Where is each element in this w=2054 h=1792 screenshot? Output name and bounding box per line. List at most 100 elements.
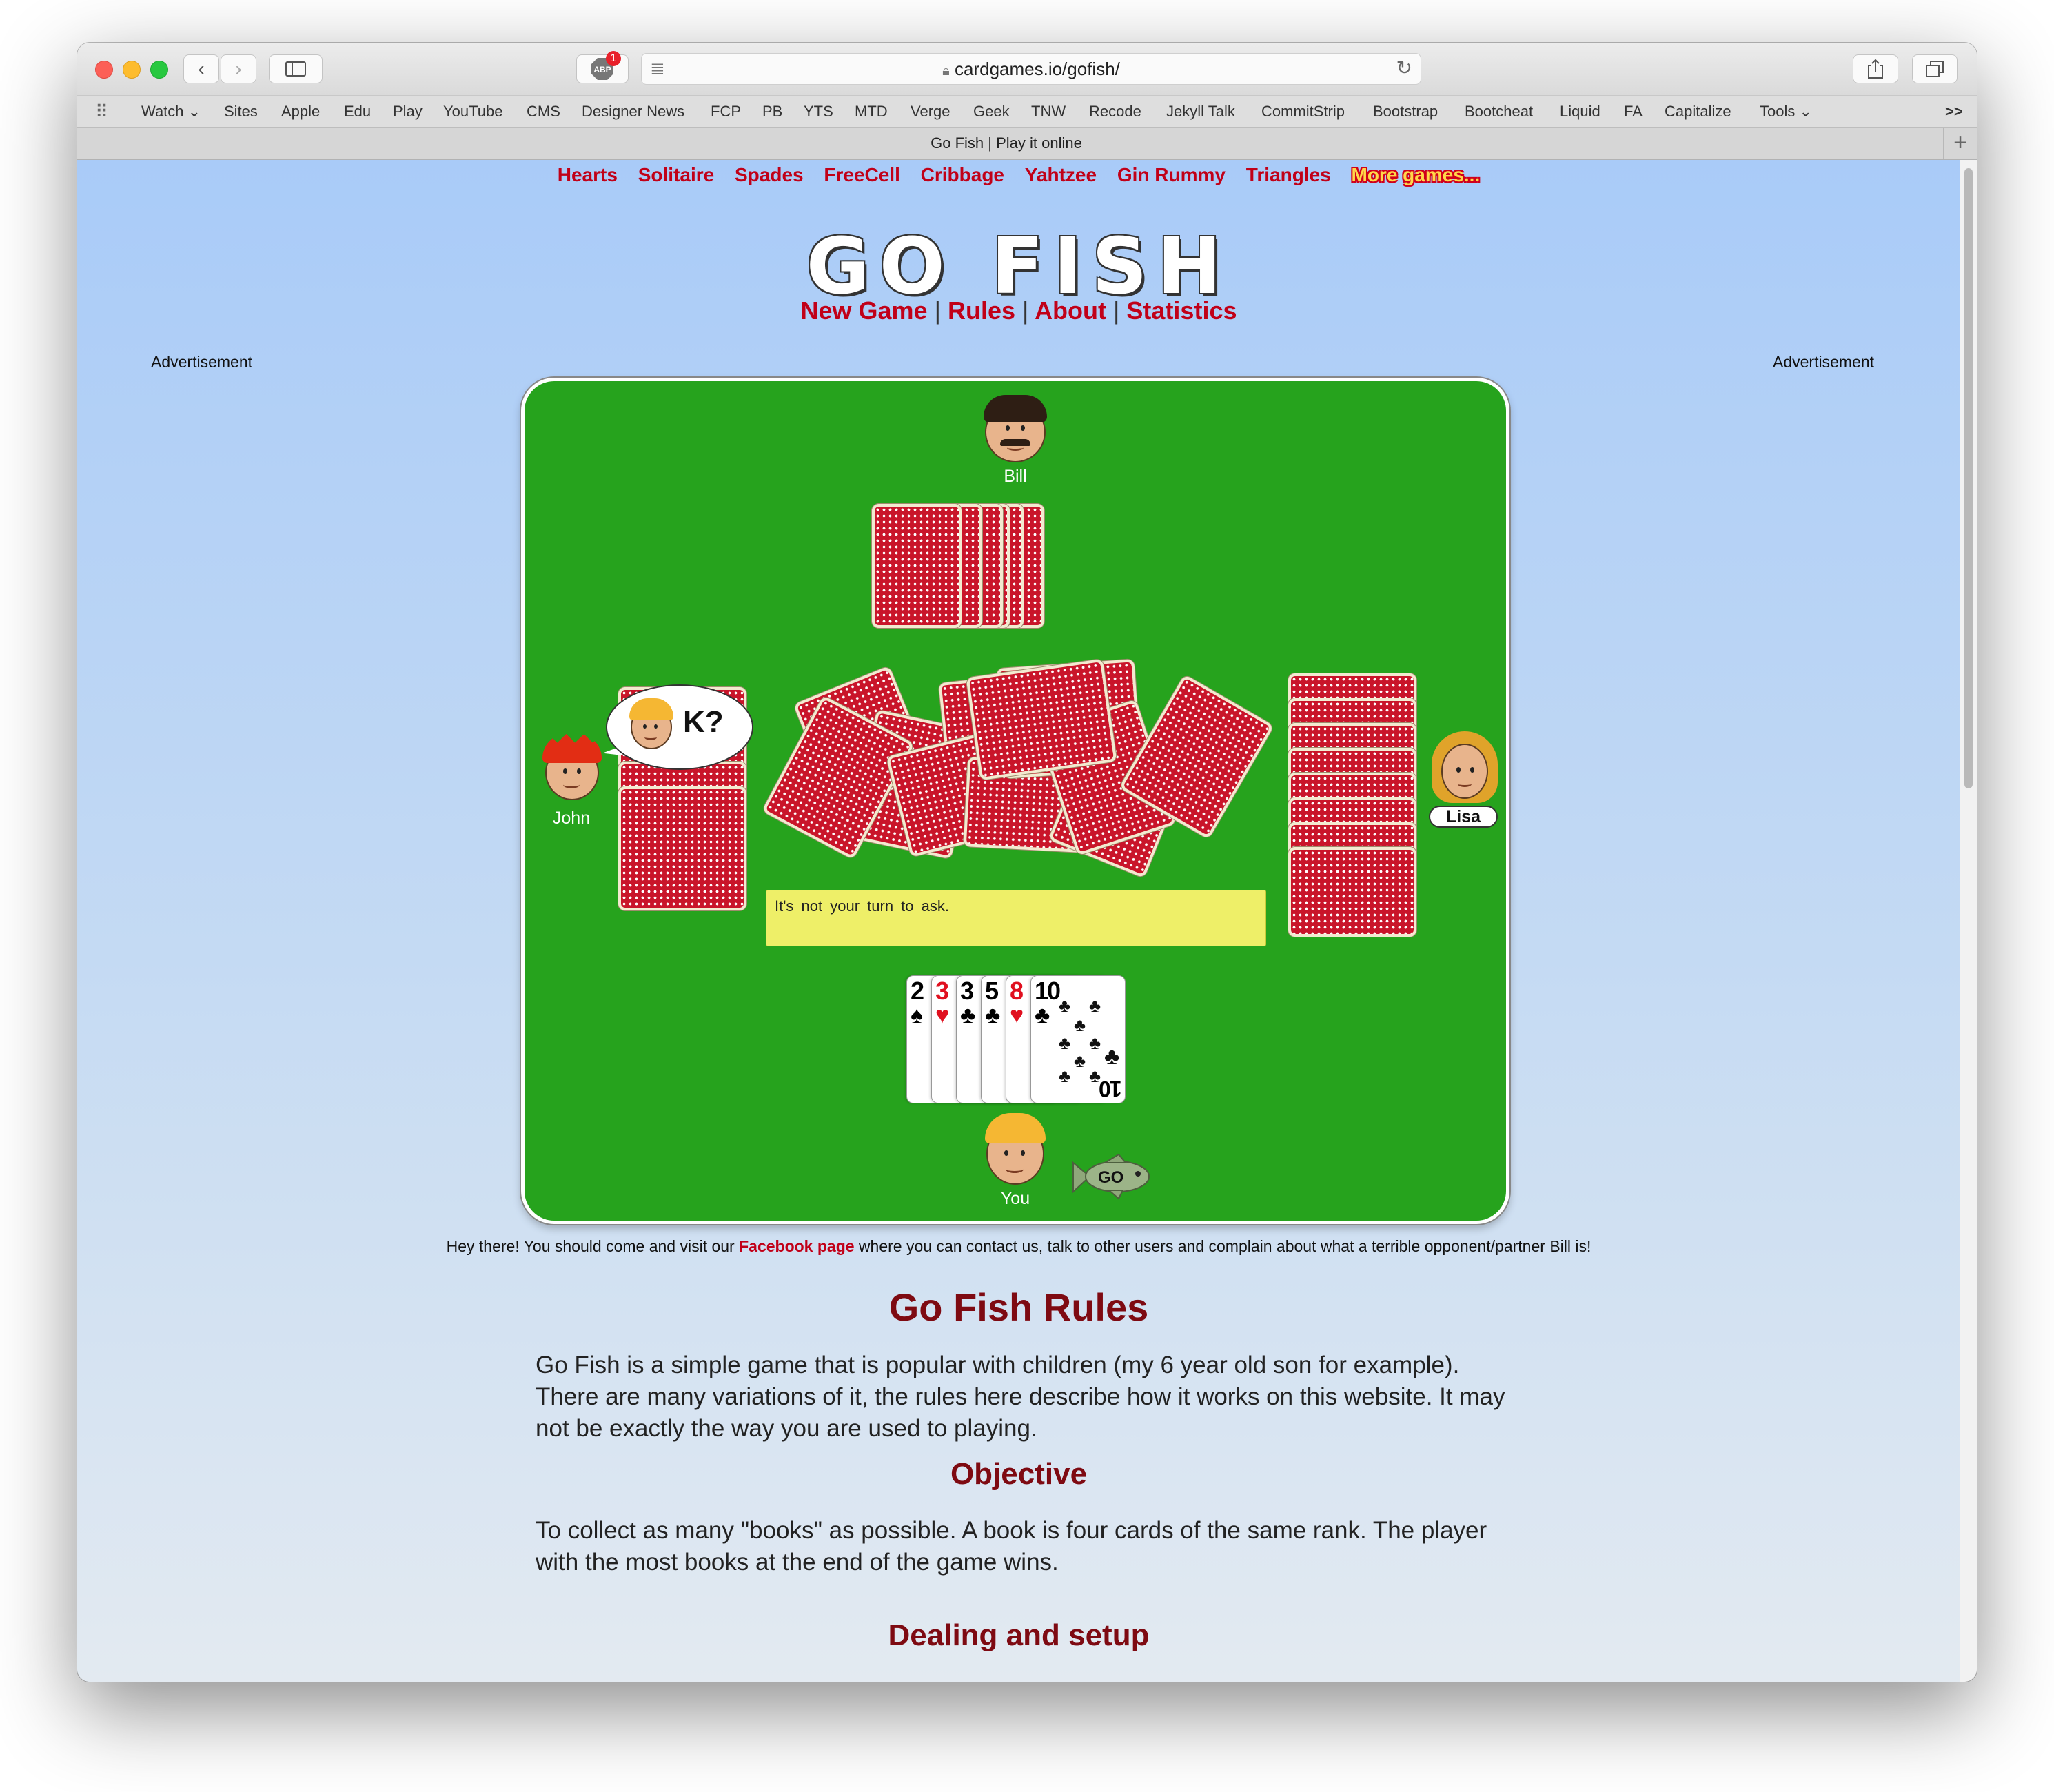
player-hand: 2 ♠ 3 ♥ 3 ♣ 5 ♣ 8 ♥ 10 ♣ ♣ ♣ ♣ ♣ ♣ ♣ ♣ ♣… [906,975,1141,1106]
bookmark-cms[interactable]: CMS [527,96,560,128]
go-fish-label: GO [1098,1168,1124,1187]
bookmark-capitalize[interactable]: Capitalize [1665,96,1731,128]
club-icon: ♣ [1035,1002,1050,1028]
share-icon [1868,59,1883,79]
browser-toolbar: ‹ › ABP 1 ≣ 🔒︎ cardgames.io/gofish/ ↻ [77,43,1977,95]
bookmark-sites[interactable]: Sites [224,96,258,128]
minimize-window-button[interactable] [123,61,141,79]
games-nav-spades[interactable]: Spades [735,164,804,185]
facebook-notice-text: Hey there! You should come and visit our [446,1237,740,1255]
bookmark-tools[interactable]: Tools ⌄ [1760,96,1812,128]
games-nav-yahtzee[interactable]: Yahtzee [1025,164,1097,185]
tabs-overview-button[interactable] [1912,54,1958,83]
bookmark-play[interactable]: Play [393,96,423,128]
zoom-window-button[interactable] [150,61,168,79]
bookmark-pb[interactable]: PB [762,96,782,128]
bookmark-edu[interactable]: Edu [344,96,371,128]
close-window-button[interactable] [95,61,113,79]
bookmark-designer-news[interactable]: Designer News [582,96,684,128]
about-link[interactable]: About [1035,296,1106,325]
card-pool[interactable] [762,658,1283,879]
game-board: Bill John K? Lisa It's not your turn to … [521,378,1509,1224]
card-rank-inverted: 10 [1100,1077,1122,1101]
opponent-card [1288,847,1416,937]
bookmark-youtube[interactable]: YouTube [443,96,502,128]
advertisement-right-label: Advertisement [1773,353,1875,371]
bookmark-fa[interactable]: FA [1624,96,1643,128]
card-rank: 3 [935,977,949,1005]
games-nav-triangles[interactable]: Triangles [1246,164,1331,185]
bookmarks-overflow-button[interactable]: >> [1945,96,1963,128]
games-nav-cribbage[interactable]: Cribbage [921,164,1004,185]
forward-button[interactable]: › [221,54,256,83]
player-bill-name: Bill [1004,467,1027,486]
facebook-notice: Hey there! You should come and visit our… [77,1236,1960,1256]
bookmark-bootstrap[interactable]: Bootstrap [1373,96,1438,128]
club-icon: ♣ [985,1002,1001,1028]
statistics-link[interactable]: Statistics [1126,296,1237,325]
bookmark-recode[interactable]: Recode [1089,96,1141,128]
share-button[interactable] [1853,54,1898,83]
back-button[interactable]: ‹ [183,54,219,83]
objective-text: To collect as many "books" as possible. … [536,1517,1487,1576]
bookmark-fcp[interactable]: FCP [711,96,741,128]
browser-window: ‹ › ABP 1 ≣ 🔒︎ cardgames.io/gofish/ ↻ ⠿ … [77,43,1977,1682]
tab-bar: Go Fish | Play it online + [77,127,1977,160]
facebook-page-link[interactable]: Facebook page [739,1237,854,1255]
player-john-avatar [542,734,602,803]
bookmark-bootcheat[interactable]: Bootcheat [1465,96,1533,128]
sidebar-toggle-button[interactable] [269,54,323,83]
menu-separator: | [1022,296,1029,325]
hand-card[interactable]: 10 ♣ ♣ ♣ ♣ ♣ ♣ ♣ ♣ ♣ ♣ 10 [1030,975,1126,1103]
menu-separator: | [934,296,941,325]
speech-bubble: K? [606,684,753,770]
bookmark-yts[interactable]: YTS [804,96,833,128]
games-nav-solitaire[interactable]: Solitaire [638,164,714,185]
bookmark-geek[interactable]: Geek [973,96,1010,128]
go-fish-button[interactable]: GO [1070,1153,1153,1200]
heart-icon: ♥ [935,1002,950,1028]
club-icon: ♣ [960,1002,976,1028]
bookmark-watch[interactable]: Watch ⌄ [141,96,201,128]
game-menu: New Game | Rules | About | Statistics [77,296,1960,325]
lock-icon: 🔒︎ [942,63,950,79]
sidebar-icon [285,61,306,77]
web-page: Hearts Solitaire Spades FreeCell Cribbag… [77,160,1960,1682]
address-bar[interactable]: ≣ 🔒︎ cardgames.io/gofish/ ↻ [641,53,1421,85]
bookmarks-bar: ⠿ Watch ⌄ Sites Apple Edu Play YouTube C… [77,95,1977,128]
adblock-button[interactable]: ABP 1 [576,51,629,83]
adblock-count-badge: 1 [606,51,621,66]
games-nav-gin-rummy[interactable]: Gin Rummy [1117,164,1226,185]
bookmark-commitstrip[interactable]: CommitStrip [1261,96,1345,128]
scrollbar-thumb[interactable] [1964,168,1973,788]
games-nav-hearts[interactable]: Hearts [558,164,618,185]
opponent-card [872,504,962,628]
more-games-link[interactable]: More games... [1352,164,1481,185]
rules-link[interactable]: Rules [948,296,1015,325]
chevron-right-icon: › [235,58,242,79]
reload-icon[interactable]: ↻ [1396,57,1412,79]
bookmark-jekyll-talk[interactable]: Jekyll Talk [1166,96,1235,128]
rules-heading: Go Fish Rules [888,1285,1149,1329]
bubble-avatar [628,698,675,751]
bookmark-apple[interactable]: Apple [281,96,320,128]
page-scrollbar[interactable] [1960,160,1977,1682]
bookmark-tnw[interactable]: TNW [1031,96,1066,128]
tab-active[interactable]: Go Fish | Play it online [77,128,1935,159]
grid-icon[interactable]: ⠿ [95,96,108,128]
card-rank: 5 [985,977,999,1005]
bookmark-verge[interactable]: Verge [911,96,950,128]
player-john-name: John [552,808,591,828]
menu-separator: | [1113,296,1120,325]
bookmark-liquid[interactable]: Liquid [1560,96,1600,128]
dealing-heading: Dealing and setup [888,1618,1150,1652]
games-nav-freecell[interactable]: FreeCell [824,164,900,185]
heart-icon: ♥ [1010,1002,1024,1028]
player-lisa-name-badge: Lisa [1429,806,1498,828]
player-lisa-name: Lisa [1445,807,1481,826]
face-icon [1441,744,1488,799]
bookmark-mtd[interactable]: MTD [855,96,888,128]
chevron-left-icon: ‹ [198,58,205,79]
new-tab-button[interactable]: + [1943,128,1977,159]
new-game-link[interactable]: New Game [801,296,928,325]
